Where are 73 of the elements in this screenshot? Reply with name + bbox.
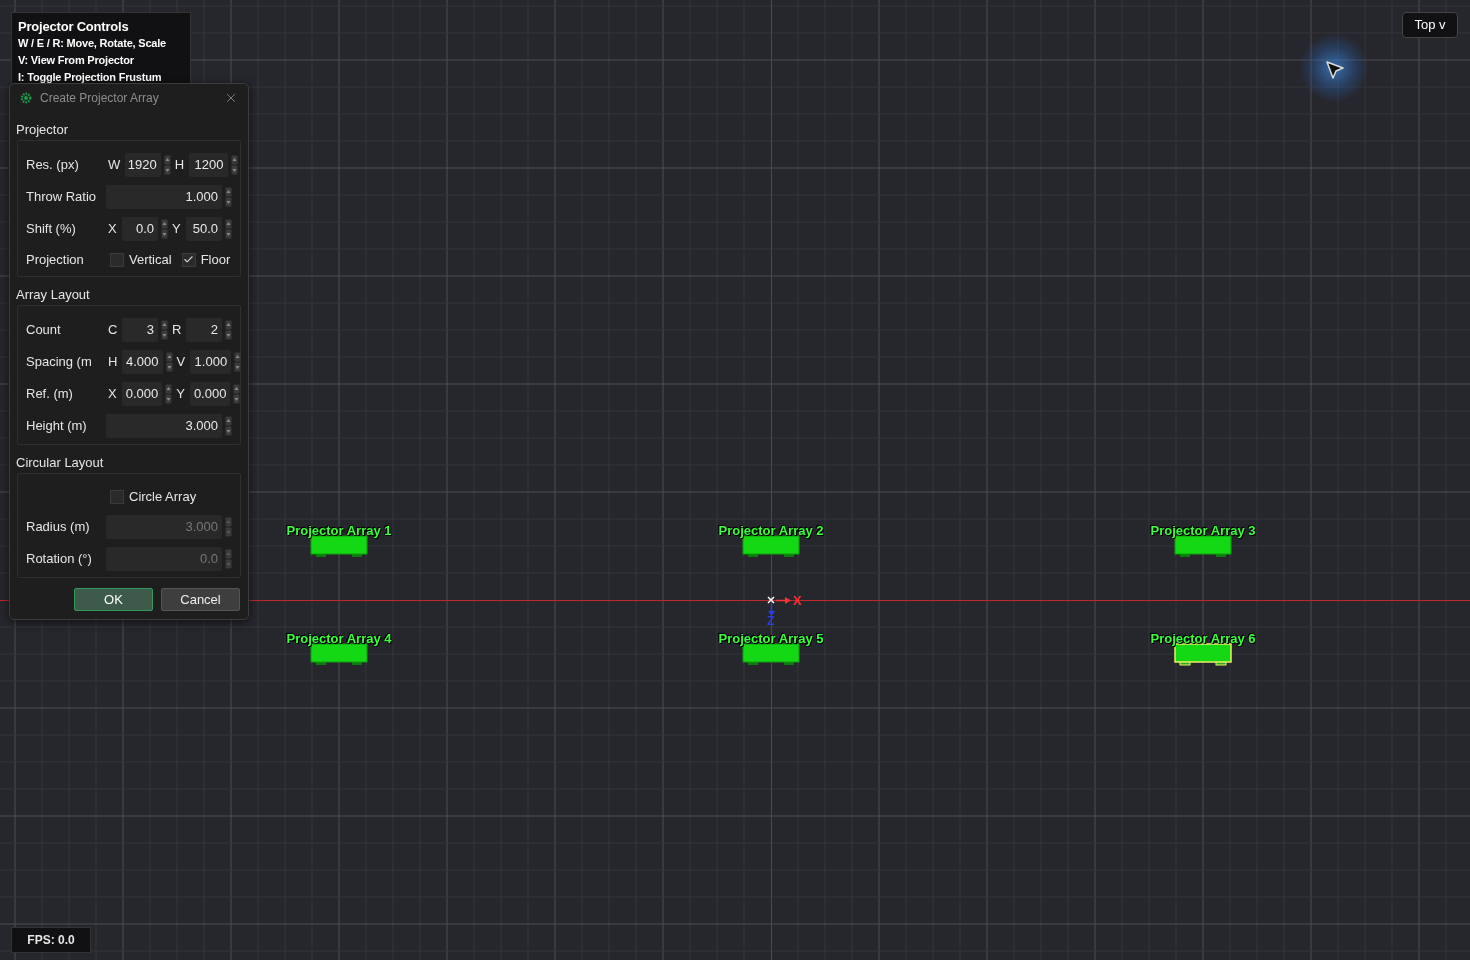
origin-icon [767,596,775,604]
fps-counter: FPS: 0.0 [11,927,91,953]
projector-label: Projector Array 1 [286,524,392,537]
field-label: Shift (%) [26,220,77,239]
check-icon [183,254,195,265]
field-prefix: V [175,353,187,372]
checkbox[interactable] [110,252,124,267]
spinner-arrows-icon[interactable] [161,320,168,340]
overlay-title: Projector Controls [18,18,130,35]
field-prefix: H [173,156,186,175]
spinner-arrows-icon[interactable] [225,187,232,207]
field-prefix: Y [175,385,186,404]
checkbox-label[interactable]: Circle Array [129,486,197,507]
shortcut-line: V: View From Projector [18,53,135,68]
field-label: Rotation (°) [26,550,93,569]
number-field[interactable]: 1200 [189,153,228,177]
section-title: Array Layout [16,286,91,304]
checkbox[interactable] [181,252,196,267]
checkbox-label[interactable]: Floor [200,249,231,270]
spinner-arrows-icon[interactable] [230,155,238,175]
close-icon[interactable] [224,91,238,105]
field-label: Height (m) [26,417,88,436]
spinner-arrows-icon[interactable] [225,219,232,239]
number-field[interactable]: 2 [186,318,222,342]
field-prefix: W [107,156,122,175]
field-prefix: X [107,220,118,239]
checkbox[interactable] [110,489,124,504]
cancel-button[interactable]: Cancel [161,588,240,611]
field-label: Ref. (m) [26,385,74,404]
spinner-arrows-icon[interactable] [234,352,242,372]
number-field[interactable]: 1920 [125,153,161,177]
spinner-arrows-icon[interactable] [165,352,173,372]
x-axis-arrow [776,596,792,605]
projector-label: Projector Array 4 [286,632,392,645]
spinner-arrows-icon[interactable] [163,155,171,175]
z-axis-arrow [767,605,776,617]
spinner-arrows-icon[interactable] [225,416,232,436]
number-field[interactable]: 1.000 [190,350,232,374]
spinner-arrows-icon[interactable] [225,320,232,340]
checkbox-label[interactable]: Vertical [129,249,172,270]
number-field[interactable]: 1.000 [106,185,222,209]
field-prefix: R [171,321,183,340]
field-prefix: C [107,321,119,340]
number-field[interactable]: 3 [122,318,158,342]
section-title: Circular Layout [16,454,105,472]
field-label: Projection [26,250,85,269]
number-field[interactable]: 0.000 [189,382,231,406]
cursor-icon [1325,60,1345,80]
field-label: Spacing (m [26,353,93,372]
number-field[interactable]: 4.000 [122,350,163,374]
number-field[interactable]: 3.000 [106,414,222,438]
field-label: Res. (px) [26,156,80,175]
shortcut-line: I: Toggle Projection Frustum [18,70,163,85]
spinner-arrows-icon[interactable] [233,384,241,404]
spinner-arrows-icon[interactable] [165,384,173,404]
projector-label: Projector Array 6 [1150,632,1256,645]
field-prefix: H [107,353,119,372]
field-label: Count [26,321,62,340]
ok-button[interactable]: OK [74,588,153,611]
view-dropdown[interactable]: Top v [1402,12,1458,38]
spinner-arrows-icon[interactable] [161,219,168,239]
number-field[interactable]: 50.0 [185,217,222,241]
field-prefix: Y [171,220,182,239]
projector-label: Projector Array 3 [1150,524,1256,537]
number-field[interactable]: 0.000 [121,382,163,406]
section-title: Projector [16,121,70,139]
number-field[interactable]: 0.0 [121,217,158,241]
gear-icon [20,92,32,104]
field-label: Radius (m) [26,518,91,537]
shortcut-line: W / E / R: Move, Rotate, Scale [18,36,168,51]
field-label: Throw Ratio [26,188,98,207]
dialog-title: Create Projector Array [40,90,160,107]
field-prefix: X [107,385,118,404]
